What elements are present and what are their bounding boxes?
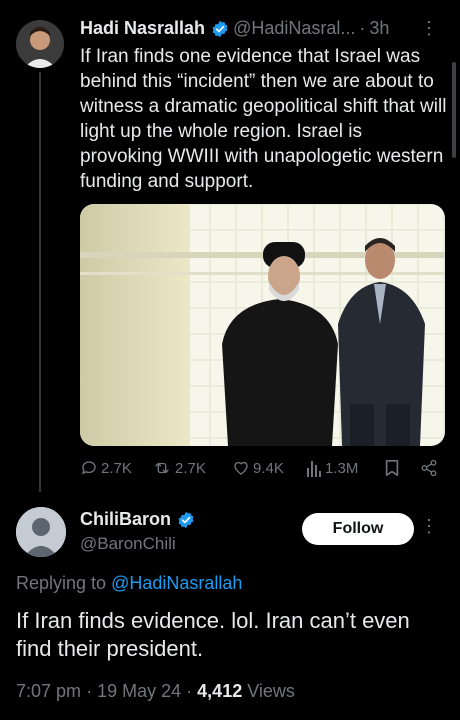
tweet-text: If Iran finds one evidence that Israel w… — [80, 46, 447, 192]
bookmark-icon — [385, 459, 399, 477]
like-count: 9.4K — [253, 459, 284, 477]
tweet-image[interactable] — [80, 204, 445, 446]
reply-author-handle[interactable]: @BaronChili — [80, 534, 176, 554]
views-action[interactable]: 1.3M — [306, 459, 384, 477]
reply-author-name[interactable]: ChiliBaron — [80, 509, 171, 530]
replying-prefix: Replying to — [16, 573, 112, 593]
replying-to-line: Replying to @HadiNasrallah — [16, 573, 242, 594]
verified-badge-icon — [211, 20, 229, 38]
reply-views-count: 4,412 — [197, 681, 243, 701]
reply-meta: 7:07 pm · 19 May 24 · 4,412 Views — [16, 681, 295, 702]
reply-count: 2.7K — [101, 459, 132, 477]
reply-text: If Iran finds evidence. lol. Iran can’t … — [16, 608, 410, 661]
reply-date[interactable]: 19 May 24 — [97, 681, 181, 701]
follow-button[interactable]: Follow — [302, 513, 414, 545]
separator-dot: · — [86, 681, 93, 701]
tweet-header: Hadi Nasrallah @HadiNasral... · 3h — [80, 18, 450, 39]
repost-icon — [155, 462, 169, 474]
reply-avatar[interactable] — [16, 507, 66, 557]
tweet-time[interactable]: 3h — [369, 18, 389, 39]
repost-count: 2.7K — [175, 459, 206, 477]
repost-action[interactable]: 2.7K — [152, 459, 232, 477]
verified-badge-icon — [177, 511, 195, 529]
more-options-icon[interactable]: ⋮ — [420, 516, 438, 537]
reply-time[interactable]: 7:07 pm — [16, 681, 81, 701]
reply-icon — [81, 461, 96, 475]
avatar-photo — [16, 20, 64, 68]
separator-dot: · — [186, 681, 193, 701]
avatar[interactable] — [16, 20, 64, 68]
reply-views-label: Views — [247, 681, 295, 701]
separator-dot: · — [359, 18, 366, 38]
replying-to-link[interactable]: @HadiNasrallah — [111, 573, 242, 593]
tweet-actions-bar: 2.7K 2.7K 9.4K 1.3M — [80, 456, 448, 480]
default-avatar-icon — [16, 507, 66, 557]
scrollbar-thumb[interactable] — [452, 62, 456, 158]
views-bar-chart-icon — [307, 461, 321, 477]
author-handle[interactable]: @HadiNasral... — [233, 18, 355, 39]
reply-action[interactable]: 2.7K — [80, 459, 152, 477]
like-action[interactable]: 9.4K — [232, 459, 306, 477]
photo-two-men-icon — [80, 204, 445, 446]
bookmark-action[interactable] — [384, 459, 420, 477]
thread-connector-line — [39, 72, 41, 492]
views-count: 1.3M — [325, 459, 359, 477]
more-options-icon[interactable]: ⋮ — [420, 18, 438, 39]
share-icon — [421, 459, 437, 477]
heart-icon — [234, 461, 248, 475]
share-action[interactable] — [420, 459, 438, 477]
reply-author-header: ChiliBaron — [80, 509, 199, 530]
author-name[interactable]: Hadi Nasrallah — [80, 18, 205, 39]
